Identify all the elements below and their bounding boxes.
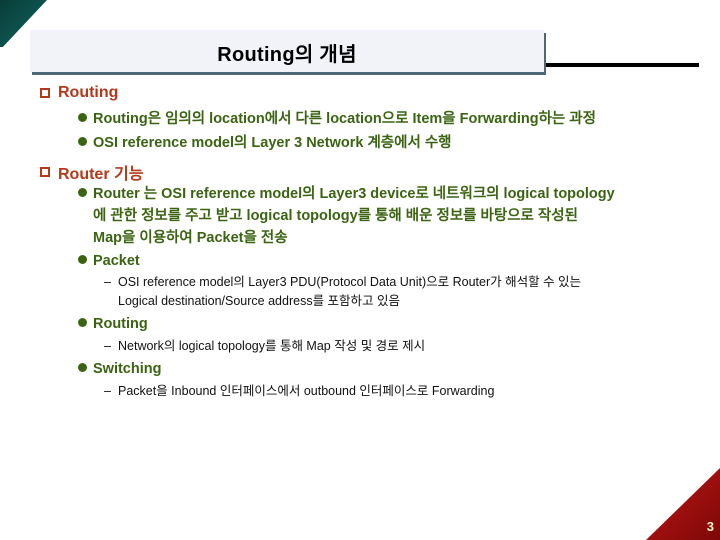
bullet-line: 에 관한 정보를 주고 받고 logical topology를 통해 배운 정… — [78, 205, 688, 227]
bullet-text-line: Map을 이용하여 Packet을 전송 — [93, 230, 288, 246]
section-heading-routing: Routing — [40, 84, 118, 102]
bullet-text-line: 에 관한 정보를 주고 받고 logical topology를 통해 배운 정… — [93, 208, 578, 224]
bullet-dot-icon — [78, 137, 87, 146]
sub-text: Network의 logical topology를 통해 Map 작성 및 경… — [118, 339, 426, 353]
bullet-text: Packet — [93, 253, 140, 269]
dash-icon: – — [104, 339, 111, 353]
bullet-item: Routing은 임의의 location에서 다른 location으로 It… — [78, 108, 596, 130]
title-bar: Routing의 개념 — [30, 30, 544, 72]
bullet-dot-icon — [78, 318, 87, 327]
sub-line: Logical destination/Source address를 포함하고… — [104, 292, 581, 311]
bullet-item-switching: Switching — [78, 358, 161, 380]
dash-icon: – — [104, 275, 111, 289]
bullet-line: Router 는 OSI reference model의 Layer3 dev… — [78, 183, 688, 205]
sub-item-routing: – Network의 logical topology를 통해 Map 작성 및 … — [104, 337, 425, 356]
bullet-text-line: Router 는 OSI reference model의 Layer3 dev… — [93, 186, 615, 202]
sub-line: – Packet을 Inbound 인터페이스에서 outbound 인터페이스로… — [104, 382, 494, 401]
bullet-text: Routing — [93, 316, 148, 332]
bullet-dot-icon — [78, 255, 87, 264]
bullet-dot-icon — [78, 188, 87, 197]
sub-item-packet: – OSI reference model의 Layer3 PDU(Protoco… — [104, 273, 581, 311]
title-underline-rule — [546, 63, 699, 67]
bullet-item-routing: Routing — [78, 313, 148, 335]
section-heading-text: Router 기능 — [58, 166, 144, 183]
section-heading-text: Routing — [58, 84, 119, 101]
sub-text: Logical destination/Source address를 포함하고… — [118, 294, 401, 308]
sub-line: – OSI reference model의 Layer3 PDU(Protoco… — [104, 273, 581, 292]
bullet-text: Switching — [93, 361, 162, 377]
sub-text: Packet을 Inbound 인터페이스에서 outbound 인터페이스로 … — [118, 384, 495, 398]
slide-title: Routing의 개념 — [217, 44, 357, 66]
bullet-text: OSI reference model의 Layer 3 Network 계층에… — [93, 135, 452, 151]
section-heading-router-function: Router 기능 — [40, 160, 143, 184]
page-number: 3 — [706, 519, 714, 534]
bullet-dot-icon — [78, 363, 87, 372]
dash-icon: – — [104, 384, 111, 398]
bullet-item-router-description: Router 는 OSI reference model의 Layer3 dev… — [78, 183, 688, 249]
bullet-item: OSI reference model의 Layer 3 Network 계층에… — [78, 132, 452, 154]
sub-item-switching: – Packet을 Inbound 인터페이스에서 outbound 인터페이스로… — [104, 382, 494, 401]
sub-text: OSI reference model의 Layer3 PDU(Protocol… — [118, 275, 582, 289]
checkbox-square-icon — [40, 167, 50, 177]
bullet-item-packet: Packet — [78, 250, 140, 272]
bullet-dot-icon — [78, 113, 87, 122]
bullet-text: Routing은 임의의 location에서 다른 location으로 It… — [93, 111, 596, 127]
sub-line: – Network의 logical topology를 통해 Map 작성 및 … — [104, 337, 425, 356]
bullet-line: Map을 이용하여 Packet을 전송 — [78, 227, 688, 249]
checkbox-square-icon — [40, 88, 50, 98]
